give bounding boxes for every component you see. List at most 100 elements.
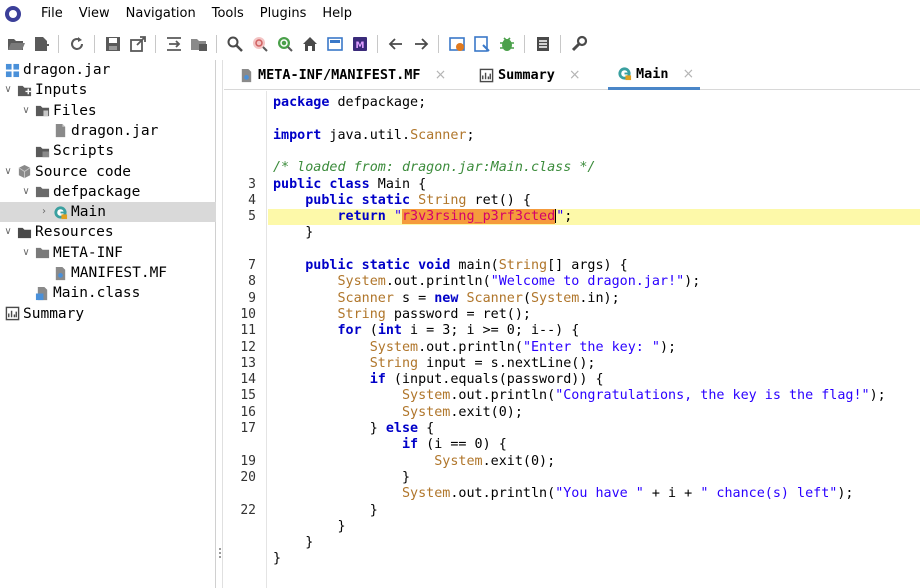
code-line[interactable]: import java.util.Scanner; bbox=[273, 128, 475, 144]
code-line[interactable]: } bbox=[273, 503, 378, 519]
tree-node-label: Source code bbox=[35, 163, 132, 180]
debugger-icon[interactable] bbox=[496, 33, 518, 55]
tree-node-summary[interactable]: Summary bbox=[0, 304, 216, 324]
tree-node-source-code[interactable]: ∨ Source code bbox=[0, 162, 216, 182]
menu-help[interactable]: Help bbox=[314, 0, 360, 28]
preferences-icon[interactable] bbox=[568, 33, 590, 55]
search-icon[interactable] bbox=[224, 33, 246, 55]
expand-chevron-icon[interactable]: ∨ bbox=[2, 80, 14, 100]
tab-meta-inf-manifest-mf[interactable]: META-INF/MANIFEST.MF × bbox=[238, 60, 460, 90]
code-line[interactable]: } else { bbox=[273, 421, 435, 437]
code-line[interactable]: public static void main(String[] args) { bbox=[273, 258, 628, 274]
line-number: 3 bbox=[248, 176, 256, 192]
menu-tools[interactable]: Tools bbox=[204, 0, 252, 28]
tree-node-inputs[interactable]: ∨ Inputs bbox=[0, 80, 216, 100]
code-line[interactable]: } bbox=[273, 519, 345, 535]
code-line[interactable]: } bbox=[273, 470, 410, 486]
tree-node-main[interactable]: › Main bbox=[0, 202, 216, 223]
code-line[interactable]: if (input.equals(password)) { bbox=[273, 372, 604, 388]
code-line[interactable]: } bbox=[273, 551, 281, 567]
reload-icon[interactable] bbox=[66, 33, 88, 55]
tree-node-manifest-mf[interactable]: MANIFEST.MF bbox=[0, 263, 216, 283]
forward-icon[interactable] bbox=[410, 33, 432, 55]
tree-node-dragon-jar[interactable]: dragon.jar bbox=[0, 121, 216, 141]
code-line[interactable]: System.out.println("Congratulations, the… bbox=[273, 388, 886, 404]
code-line[interactable]: System.out.println("Enter the key: "); bbox=[273, 340, 676, 356]
code-token: (i == 0) { bbox=[418, 437, 507, 453]
tree-node-scripts[interactable]: Scripts bbox=[0, 141, 216, 161]
menu-navigation[interactable]: Navigation bbox=[118, 0, 204, 28]
open-file-icon[interactable] bbox=[5, 33, 27, 55]
flatten-packages-icon[interactable] bbox=[188, 33, 210, 55]
tree-node-resources[interactable]: ∨ Resources bbox=[0, 222, 216, 242]
tree-node-files[interactable]: ∨ Files bbox=[0, 101, 216, 121]
expand-chevron-icon[interactable]: ∨ bbox=[20, 182, 32, 202]
code-line[interactable]: if (i == 0) { bbox=[273, 437, 507, 453]
sync-tree-icon[interactable] bbox=[163, 33, 185, 55]
code-token: } bbox=[273, 225, 314, 241]
code-line[interactable]: Scanner s = new Scanner(System.in); bbox=[273, 291, 620, 307]
find-usages-icon[interactable] bbox=[274, 33, 296, 55]
manifest-file-icon bbox=[52, 265, 68, 281]
code-line[interactable]: String password = ret(); bbox=[273, 307, 532, 323]
code-line[interactable]: return "r3v3rsing_p3rf3cted"; bbox=[273, 209, 572, 225]
log-viewer-icon[interactable] bbox=[532, 33, 554, 55]
code-token: Scanner bbox=[410, 127, 467, 143]
smali-icon[interactable]: M bbox=[349, 33, 371, 55]
splitter-grip[interactable] bbox=[219, 548, 221, 560]
back-icon[interactable] bbox=[385, 33, 407, 55]
expand-chevron-icon[interactable]: ∨ bbox=[20, 243, 32, 263]
code-editor[interactable]: 3 4 5 7 8 9 10 11 12 13 14 15 16 17 19 20 22 package def… bbox=[224, 91, 920, 588]
code-line[interactable]: public static String ret() { bbox=[273, 193, 531, 209]
menu-plugins[interactable]: Plugins bbox=[252, 0, 315, 28]
code-token: defpackage; bbox=[329, 95, 427, 110]
splitter[interactable] bbox=[217, 60, 223, 588]
code-token: i = 3; i >= 0; i--) { bbox=[402, 323, 580, 339]
code-token: Main { bbox=[369, 176, 427, 192]
export-gradle-icon[interactable] bbox=[127, 33, 149, 55]
decompile-all-icon[interactable] bbox=[471, 33, 493, 55]
code-line[interactable]: System.exit(0); bbox=[273, 405, 523, 421]
line-number-gutter: 3 4 5 7 8 9 10 11 12 13 14 15 16 17 19 20 22 bbox=[224, 91, 267, 588]
tree-node-main-class[interactable]: Main.class bbox=[0, 283, 216, 303]
code-line[interactable]: System.out.println("Welcome to dragon.ja… bbox=[273, 274, 701, 290]
code-line[interactable]: String input = s.nextLine(); bbox=[273, 356, 596, 372]
tree-node-label: Files bbox=[53, 102, 97, 119]
expand-chevron-icon[interactable]: ∨ bbox=[2, 162, 14, 182]
tree-node-dragon-jar[interactable]: dragon.jar bbox=[0, 60, 216, 80]
code-line[interactable]: System.exit(0); bbox=[273, 454, 555, 470]
close-tab-icon[interactable]: × bbox=[683, 66, 695, 82]
close-tab-icon[interactable]: × bbox=[435, 67, 447, 83]
code-line[interactable]: for (int i = 3; i >= 0; i--) { bbox=[273, 323, 580, 339]
close-tab-icon[interactable]: × bbox=[569, 67, 581, 83]
tab-label: META-INF/MANIFEST.MF bbox=[258, 67, 421, 83]
add-files-icon[interactable] bbox=[30, 33, 52, 55]
home-icon[interactable] bbox=[299, 33, 321, 55]
manifest-file-icon bbox=[238, 67, 254, 83]
code-token: System bbox=[402, 486, 451, 502]
menu-file[interactable]: File bbox=[33, 0, 71, 28]
find-class-icon[interactable] bbox=[249, 33, 271, 55]
deobfuscation-icon[interactable] bbox=[324, 33, 346, 55]
code-line[interactable]: /* loaded from: dragon.jar:Main.class */ bbox=[273, 160, 595, 176]
code-token: ( bbox=[361, 323, 378, 339]
code-line[interactable]: System.out.println("You have " + i + " c… bbox=[273, 486, 854, 502]
code-line[interactable]: } bbox=[273, 535, 313, 551]
expand-chevron-icon[interactable]: ∨ bbox=[2, 222, 14, 242]
code-token: .exit(0); bbox=[482, 453, 556, 469]
code-line[interactable]: package defpackage; bbox=[273, 95, 426, 111]
tab-summary[interactable]: Summary × bbox=[478, 60, 590, 90]
tree-node-label: dragon.jar bbox=[23, 62, 111, 78]
save-all-icon[interactable] bbox=[102, 33, 124, 55]
quark-icon[interactable] bbox=[446, 33, 468, 55]
tab-main[interactable]: Main × bbox=[608, 60, 700, 90]
tree-node-defpackage[interactable]: ∨ defpackage bbox=[0, 182, 216, 202]
tree-node-meta-inf[interactable]: ∨ META-INF bbox=[0, 243, 216, 263]
expand-chevron-icon[interactable]: ∨ bbox=[20, 101, 32, 121]
menu-view[interactable]: View bbox=[71, 0, 118, 28]
code-line[interactable]: } bbox=[273, 225, 313, 241]
code-line[interactable]: public class Main { bbox=[273, 177, 426, 193]
collapse-chevron-icon[interactable]: › bbox=[38, 202, 50, 222]
